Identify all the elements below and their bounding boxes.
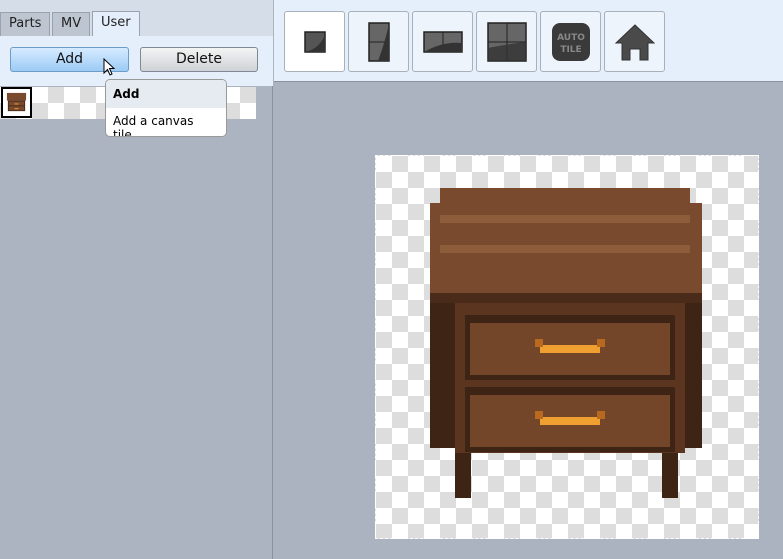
svg-text:TILE: TILE: [560, 45, 581, 55]
tile-thumbnail-cabinet[interactable]: [1, 87, 32, 118]
tile-canvas[interactable]: [375, 155, 759, 539]
tooltip-description: Add a canvas tile.: [113, 114, 194, 137]
single-tile-icon: [303, 30, 326, 53]
tab-bar: Parts MV User: [0, 0, 273, 37]
autotile-button[interactable]: AUTO TILE: [540, 11, 601, 72]
home-button[interactable]: [604, 11, 665, 72]
horizontal-tile-icon: [422, 30, 463, 53]
mouse-cursor-icon: [103, 58, 116, 76]
tooltip-title: Add: [106, 80, 226, 108]
tab-user[interactable]: User: [92, 11, 140, 37]
home-icon: [614, 23, 655, 60]
quad-tile-icon: [486, 21, 527, 62]
svg-text:AUTO: AUTO: [557, 33, 585, 43]
single-tile-button[interactable]: [284, 11, 345, 72]
toolbar: AUTO TILE: [274, 0, 783, 82]
tab-parts[interactable]: Parts: [0, 12, 51, 36]
tab-mv[interactable]: MV: [52, 12, 91, 36]
quad-tile-button[interactable]: [476, 11, 537, 72]
tooltip: Add Add a canvas tile.: [105, 79, 227, 137]
delete-button[interactable]: Delete: [140, 47, 258, 72]
cabinet-sprite: [430, 188, 702, 498]
vertical-tile-icon: [367, 21, 390, 62]
autotile-icon: AUTO TILE: [551, 22, 590, 61]
horizontal-tile-button[interactable]: [412, 11, 473, 72]
vertical-tile-button[interactable]: [348, 11, 409, 72]
left-panel: Parts MV User Add Delete Add Add a canva…: [0, 0, 273, 559]
